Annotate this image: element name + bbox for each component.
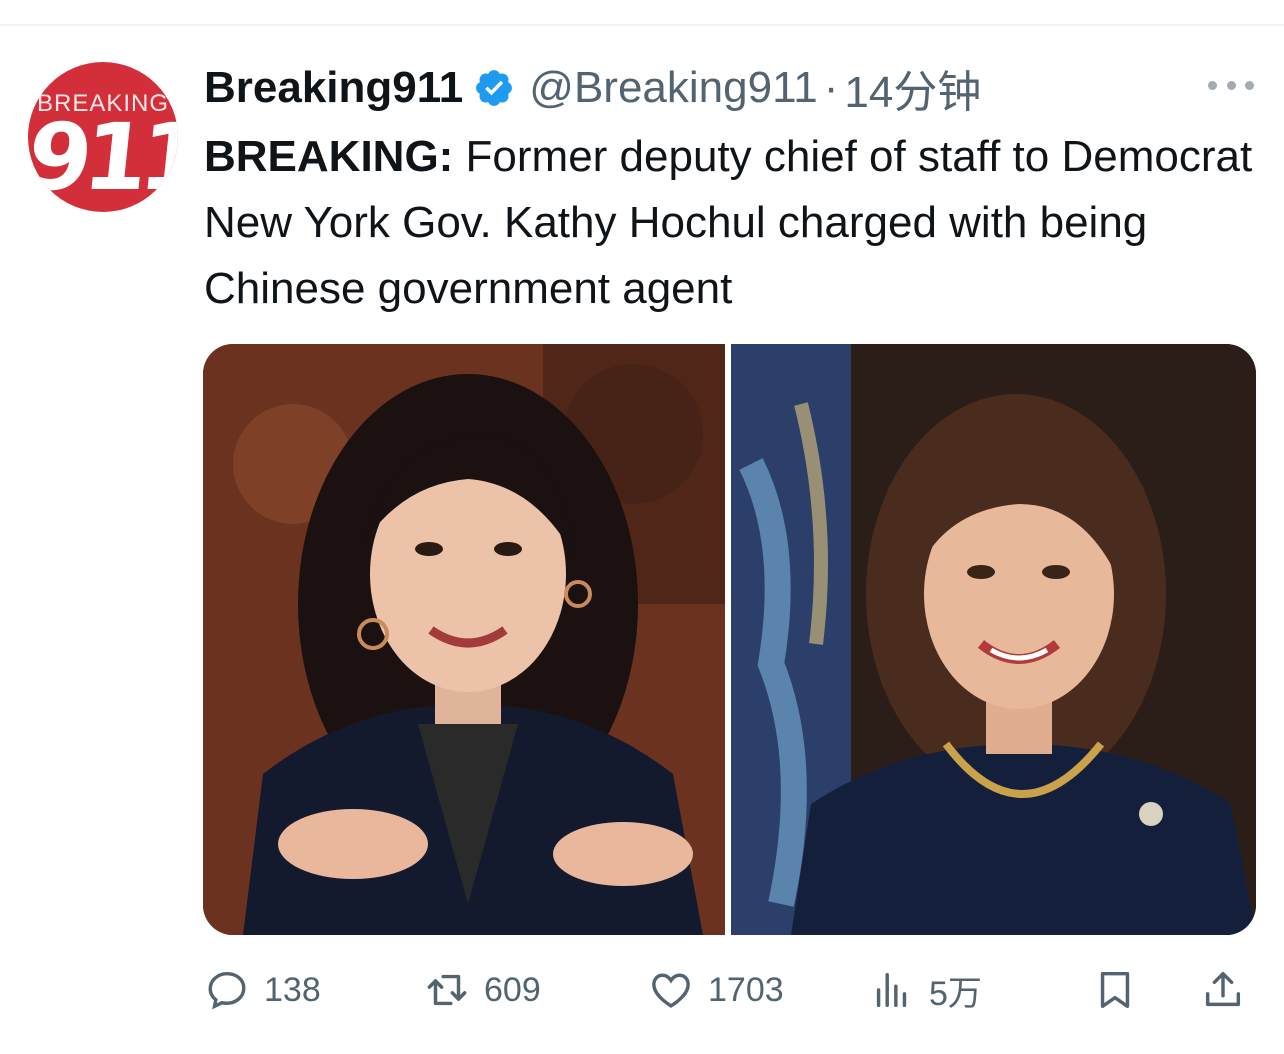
tweet-text: BREAKING: Former deputy chief of staff t… xyxy=(204,124,1274,322)
media-photo-left[interactable] xyxy=(203,344,725,935)
avatar[interactable]: BREAKING 911 xyxy=(28,62,178,212)
reply-count: 138 xyxy=(264,970,321,1009)
retweet-count: 609 xyxy=(484,970,541,1009)
tweet-header: Breaking911 @Breaking911 · 14分钟 xyxy=(204,58,981,118)
reply-icon xyxy=(208,971,246,1010)
share-icon xyxy=(1205,971,1241,1007)
like-count: 1703 xyxy=(708,970,784,1009)
media-photo-right[interactable] xyxy=(731,344,1256,935)
bookmark-button[interactable] xyxy=(1092,960,1152,1020)
retweet-button[interactable]: 609 xyxy=(424,960,541,1020)
tweet-media[interactable] xyxy=(203,344,1256,935)
views-chart-icon xyxy=(876,972,907,1008)
verified-badge-icon xyxy=(473,67,515,109)
author-name[interactable]: Breaking911 xyxy=(204,63,463,113)
tweet-time[interactable]: 14分钟 xyxy=(844,56,981,120)
top-divider xyxy=(0,24,1284,26)
bookmark-icon xyxy=(1100,971,1130,1009)
tweet-text-bold: BREAKING: xyxy=(204,132,454,181)
tweet-actions: 138 609 1703 5万 xyxy=(204,960,1256,1020)
like-button[interactable]: 1703 xyxy=(648,960,784,1020)
header-separator: · xyxy=(823,63,839,112)
views-button[interactable]: 5万 xyxy=(869,960,982,1020)
share-button[interactable] xyxy=(1200,960,1260,1020)
heart-icon xyxy=(652,973,690,1008)
retweet-icon xyxy=(427,974,467,1006)
avatar-number: 911 xyxy=(28,104,178,211)
author-handle[interactable]: @Breaking911 xyxy=(529,63,817,113)
views-count: 5万 xyxy=(929,974,982,1013)
more-options-icon[interactable] xyxy=(1208,70,1254,100)
reply-button[interactable]: 138 xyxy=(204,960,321,1020)
